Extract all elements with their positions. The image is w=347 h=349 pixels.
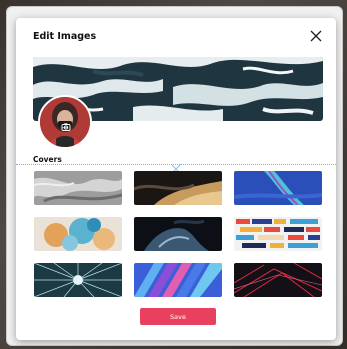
guide-cross-icon: [170, 159, 182, 175]
dialog-title: Edit Images: [33, 31, 97, 42]
cover-dark-smoke-gold[interactable]: [134, 171, 222, 205]
close-icon[interactable]: [309, 28, 323, 42]
camera-icon[interactable]: [61, 117, 71, 131]
profile-avatar[interactable]: [38, 95, 92, 149]
edit-images-dialog: Edit Images Covers Save: [16, 18, 336, 340]
cover-colorful-blocks[interactable]: [234, 217, 322, 251]
cover-gray-marble[interactable]: [34, 171, 122, 205]
cover-blue-pink-stairs[interactable]: [134, 263, 222, 297]
save-button[interactable]: Save: [140, 308, 216, 325]
cover-light-tunnel[interactable]: [34, 263, 122, 297]
covers-heading: Covers: [33, 155, 62, 164]
cover-dark-blue-ink[interactable]: [134, 217, 222, 251]
cover-red-lines-dark[interactable]: [234, 263, 322, 297]
cover-blue-ribbon[interactable]: [234, 171, 322, 205]
cover-blue-orange-smoke[interactable]: [34, 217, 122, 251]
